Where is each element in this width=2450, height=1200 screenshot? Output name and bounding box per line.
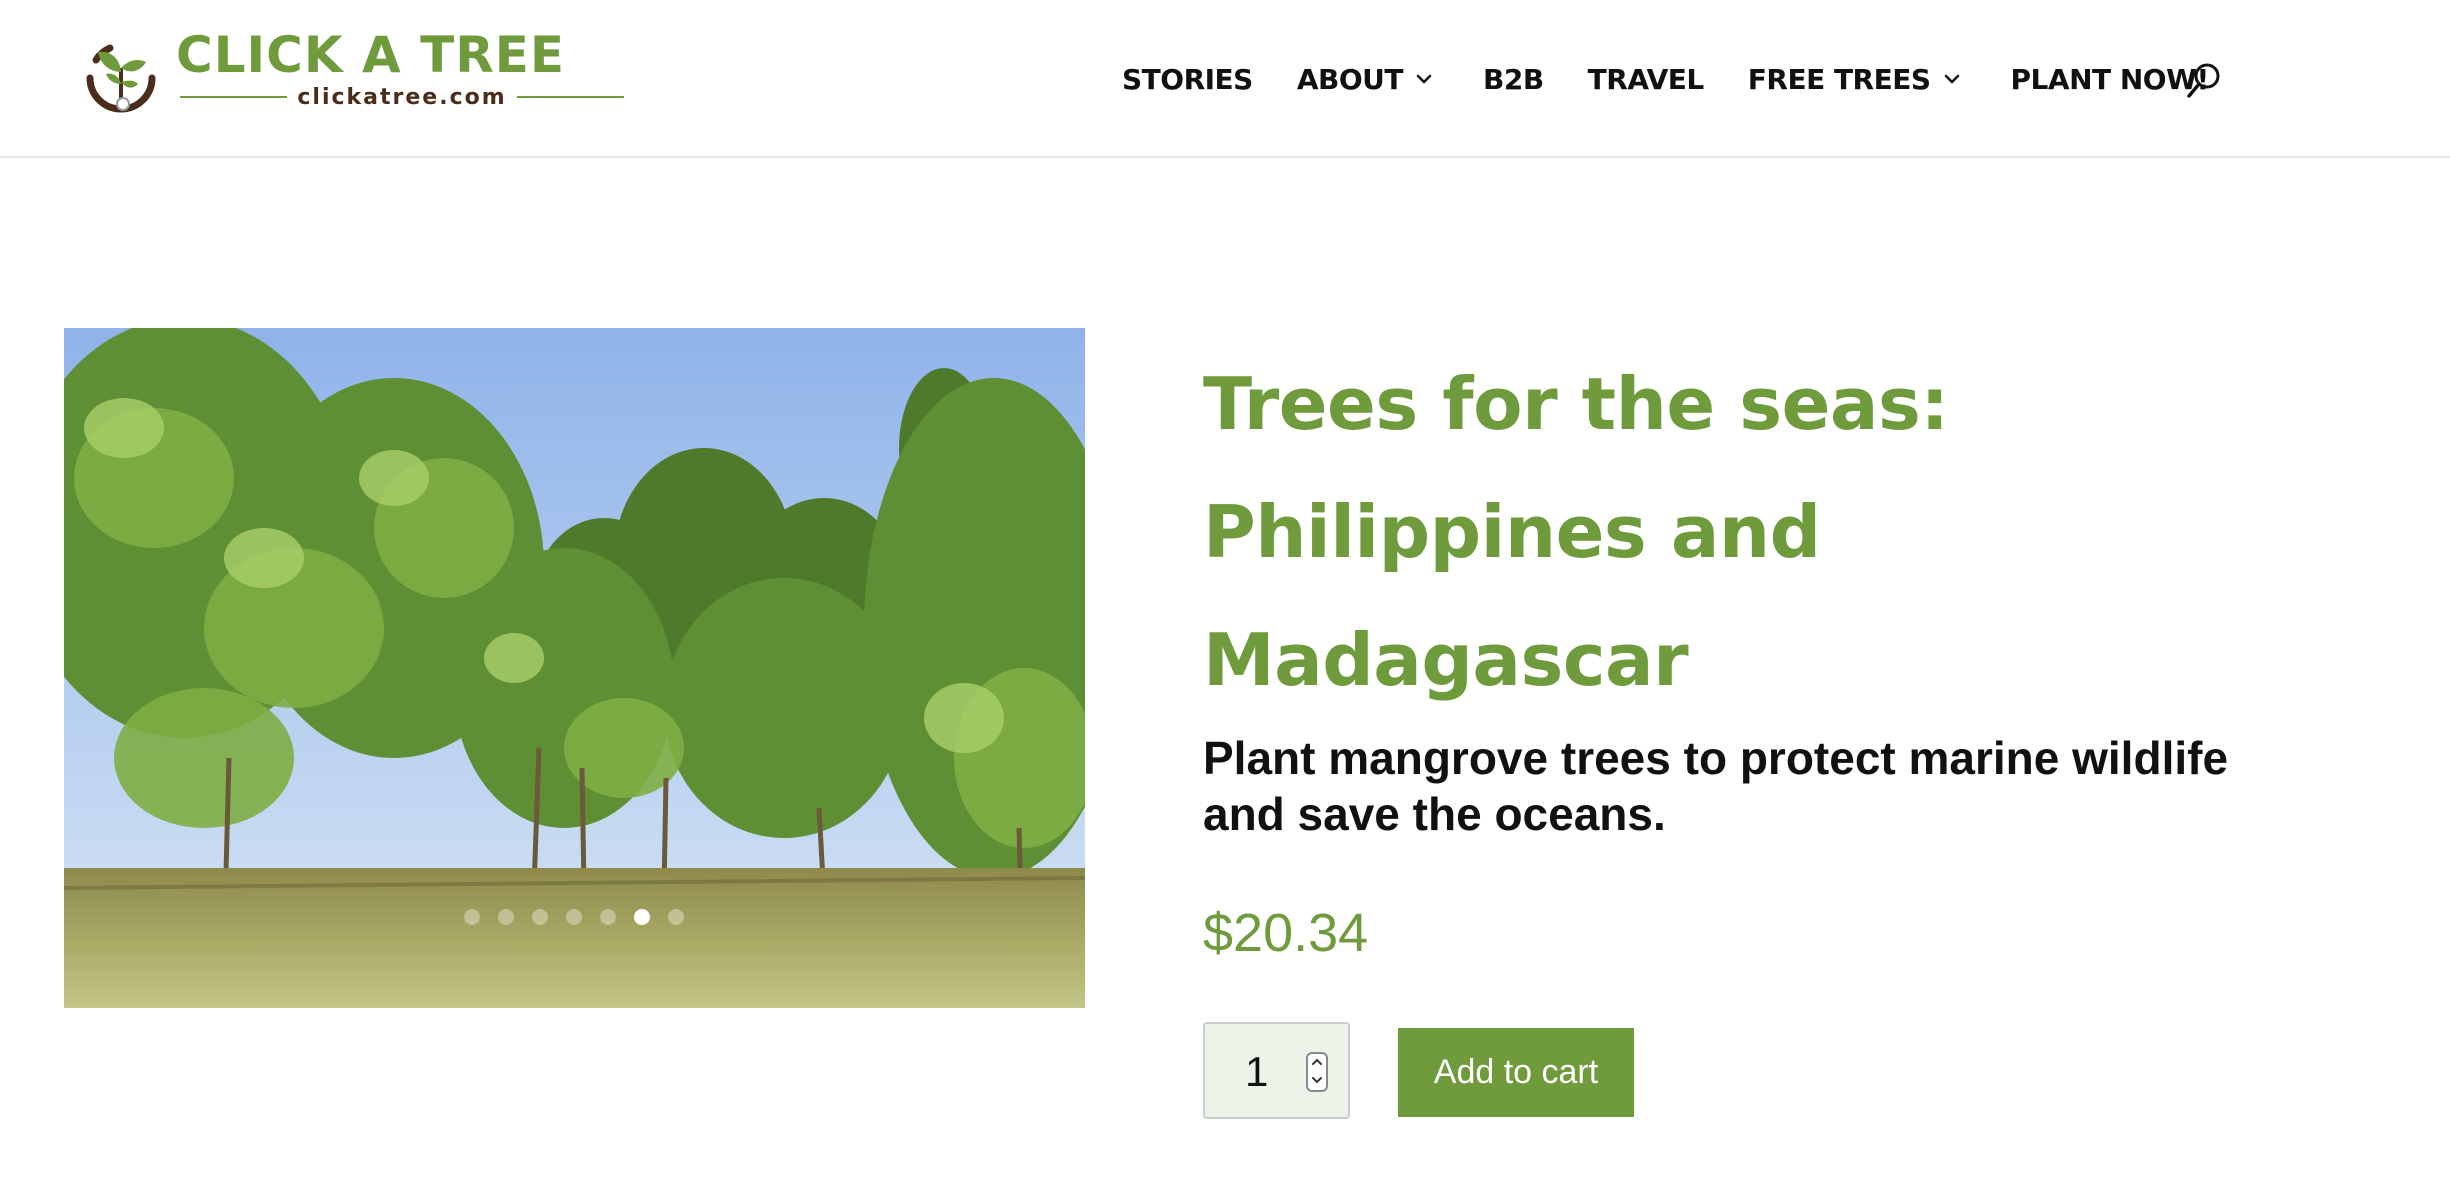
brand-name: CLICK A TREE [176,26,566,84]
search-icon[interactable] [2186,62,2222,100]
nav-label: STORIES [1122,62,1253,96]
product-price: $20.34 [1203,903,1369,963]
gallery-dots [464,909,684,925]
nav-plant-now[interactable]: PLANT NOW! [2010,62,2210,96]
chevron-down-icon [1944,74,1959,84]
divider [180,96,288,98]
main-nav: STORIES ABOUT B2B TRAVEL FREE TREES PLAN… [1122,58,2209,100]
product-description: Plant mangrove trees to protect marine w… [1203,732,2229,840]
nav-travel[interactable]: TRAVEL [1587,62,1705,96]
nav-label: PLANT NOW! [2010,62,2210,96]
product-summary: Trees for the seas: Philippines and Mada… [1203,340,2303,1119]
divider [516,96,625,98]
product-gallery[interactable] [64,328,1085,1008]
chevron-down-icon [1416,74,1432,84]
gallery-dot[interactable] [600,909,616,925]
gallery-dot[interactable] [532,909,548,925]
logo-link[interactable]: CLICK A TREE clickatree.com [80,30,625,114]
nav-about[interactable]: ABOUT [1297,63,1435,96]
gallery-dot[interactable] [498,909,514,925]
quantity-stepper[interactable] [1306,1052,1328,1092]
gallery-dot-active[interactable] [634,909,650,925]
nav-b2b[interactable]: B2B [1483,63,1544,96]
gallery-dot[interactable] [668,909,684,925]
site-header: CLICK A TREE clickatree.com STORIES ABOU… [0,0,2450,158]
add-to-cart-button[interactable]: Add to cart [1398,1028,1634,1117]
brand-domain-row: clickatree.com [180,82,625,112]
mangrove-photo [64,328,1085,1008]
nav-stories[interactable]: STORIES [1122,63,1253,96]
nav-label: B2B [1483,62,1544,96]
chevron-down-icon[interactable] [1310,1074,1324,1086]
nav-free-trees[interactable]: FREE TREES [1748,63,1963,96]
tree-logo-icon [86,44,156,113]
nav-label: ABOUT [1296,62,1404,96]
quantity-field[interactable]: 1 [1203,1022,1350,1119]
nav-label: TRAVEL [1587,62,1705,96]
nav-label: FREE TREES [1747,62,1931,96]
quantity-value: 1 [1245,1048,1269,1095]
chevron-up-icon[interactable] [1310,1056,1324,1068]
product-title: Trees for the seas: Philippines and Mada… [1203,362,1949,702]
gallery-dot[interactable] [464,909,480,925]
brand-domain: clickatree.com [297,84,507,110]
gallery-dot[interactable] [566,909,582,925]
